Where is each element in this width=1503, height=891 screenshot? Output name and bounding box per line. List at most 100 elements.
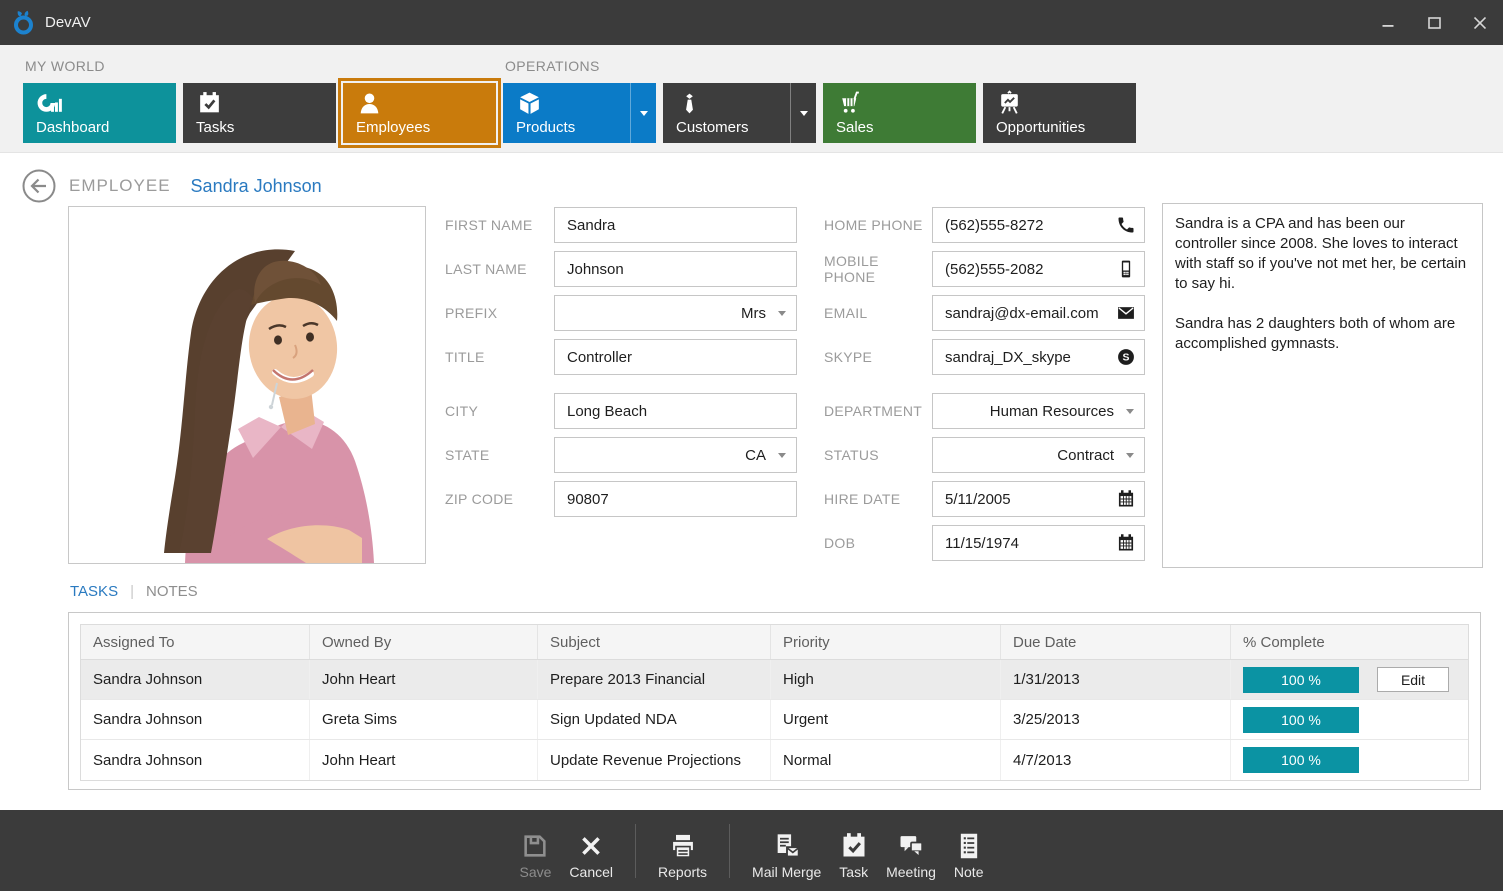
column-header-percent-complete[interactable]: % Complete (1231, 625, 1468, 659)
state-select[interactable]: CA (554, 437, 797, 473)
tile-label: Opportunities (996, 119, 1085, 136)
close-button[interactable] (1457, 0, 1503, 45)
tile-products[interactable]: Products (503, 83, 656, 143)
cancel-icon (577, 832, 605, 860)
city-input[interactable] (555, 394, 796, 428)
mail-merge-icon (773, 832, 801, 860)
meeting-button[interactable]: Meeting (877, 822, 945, 880)
employee-photo (68, 206, 426, 564)
title-input[interactable] (555, 340, 796, 374)
tile-opportunities[interactable]: Opportunities (983, 83, 1136, 143)
tile-customers-dropdown[interactable] (790, 83, 816, 143)
chevron-down-icon (778, 311, 786, 316)
status-label: STATUS (824, 447, 932, 463)
tile-customers[interactable]: Customers (663, 83, 816, 143)
progress-bar: 100 % (1243, 707, 1359, 733)
group-label-my-world: MY WORLD (25, 58, 105, 74)
tab-tasks[interactable]: TASKS (70, 583, 118, 600)
tile-tasks[interactable]: Tasks (183, 83, 336, 143)
form-row-title: TITLE (445, 339, 797, 375)
save-button[interactable]: Save (511, 822, 561, 880)
cell-assigned-to: Sandra Johnson (81, 660, 310, 699)
phone-icon (1116, 215, 1136, 235)
title-label: TITLE (445, 349, 554, 365)
mail-merge-button[interactable]: Mail Merge (743, 822, 830, 880)
form-row-dob: DOB (824, 525, 1145, 561)
form-column-right: HOME PHONE MOBILE PHONE (824, 207, 1145, 569)
tile-employees-selected[interactable]: Employees (343, 83, 496, 143)
ribbon: MY WORLD OPERATIONS Dashboard Tasks (0, 45, 1503, 153)
table-row[interactable]: Sandra Johnson Greta Sims Sign Updated N… (81, 700, 1468, 740)
cell-priority: High (771, 660, 1001, 699)
column-header-subject[interactable]: Subject (538, 625, 771, 659)
tile-label: Employees (356, 119, 430, 136)
edit-button[interactable]: Edit (1377, 667, 1449, 692)
mobile-phone-input[interactable] (933, 252, 1144, 286)
form-group-spacer (445, 383, 797, 393)
tile-sales[interactable]: Sales (823, 83, 976, 143)
cell-due-date: 1/31/2013 (1001, 660, 1231, 699)
mobile-phone-label: MOBILE PHONE (824, 253, 932, 285)
cell-percent-complete: 100 % (1231, 740, 1468, 780)
cell-percent-complete: 100 % Edit (1231, 660, 1468, 699)
table-row[interactable]: Sandra Johnson John Heart Update Revenue… (81, 740, 1468, 780)
notes-paragraph: Sandra is a CPA and has been our control… (1175, 214, 1470, 294)
zip-input[interactable] (555, 482, 796, 516)
form-row-email: EMAIL (824, 295, 1145, 331)
form-column-left: FIRST NAME LAST NAME PREFIX Mrs TITLE (445, 207, 797, 525)
title-bar: DevAV (0, 0, 1503, 45)
maximize-button[interactable] (1411, 0, 1457, 45)
maximize-icon (1428, 17, 1441, 29)
cancel-button[interactable]: Cancel (560, 822, 622, 880)
devav-logo-icon (12, 9, 38, 37)
employee-detail-view: EMPLOYEE Sandra Johnson (0, 153, 1503, 810)
printer-icon (669, 832, 697, 860)
note-button[interactable]: Note (945, 822, 993, 880)
column-header-assigned-to[interactable]: Assigned To (81, 625, 310, 659)
back-button[interactable] (22, 169, 56, 203)
svg-text:S: S (1123, 353, 1130, 364)
tile-products-dropdown[interactable] (630, 83, 656, 143)
tasks-table: Assigned To Owned By Subject Priority Du… (80, 624, 1469, 781)
mobile-phone-field (932, 251, 1145, 287)
department-value: Human Resources (990, 403, 1114, 420)
home-phone-input[interactable] (933, 208, 1144, 242)
calendar-icon[interactable] (1116, 533, 1136, 553)
tile-dashboard[interactable]: Dashboard (23, 83, 176, 143)
tile-label: Sales (836, 119, 874, 136)
column-header-due-date[interactable]: Due Date (1001, 625, 1231, 659)
status-select[interactable]: Contract (932, 437, 1145, 473)
window-controls (1365, 0, 1503, 45)
task-button[interactable]: Task (830, 822, 877, 880)
prefix-select[interactable]: Mrs (554, 295, 797, 331)
calendar-icon[interactable] (1116, 489, 1136, 509)
cell-owned-by: Greta Sims (310, 700, 538, 739)
tile-label: Products (516, 119, 575, 136)
hire-date-field (932, 481, 1145, 517)
progress-bar: 100 % (1243, 667, 1359, 693)
cell-owned-by: John Heart (310, 660, 538, 699)
tab-notes[interactable]: NOTES (146, 583, 198, 600)
cell-percent-complete: 100 % (1231, 700, 1468, 739)
department-select[interactable]: Human Resources (932, 393, 1145, 429)
column-header-priority[interactable]: Priority (771, 625, 1001, 659)
employee-name: Sandra Johnson (191, 176, 322, 197)
first-name-input[interactable] (555, 208, 796, 242)
home-phone-field (932, 207, 1145, 243)
dob-input[interactable] (933, 526, 1144, 560)
prefix-label: PREFIX (445, 305, 554, 321)
hire-date-label: HIRE DATE (824, 491, 932, 507)
reports-button[interactable]: Reports (649, 822, 716, 880)
column-header-owned-by[interactable]: Owned By (310, 625, 538, 659)
prefix-value: Mrs (741, 305, 766, 322)
progress-bar: 100 % (1243, 747, 1359, 773)
skype-input[interactable] (933, 340, 1144, 374)
last-name-input[interactable] (555, 252, 796, 286)
minimize-button[interactable] (1365, 0, 1411, 45)
email-input[interactable] (933, 296, 1144, 330)
skype-label: SKYPE (824, 349, 932, 365)
hire-date-input[interactable] (933, 482, 1144, 516)
chevron-down-icon (1126, 409, 1134, 414)
employee-notes-memo[interactable]: Sandra is a CPA and has been our control… (1162, 203, 1483, 568)
table-row[interactable]: Sandra Johnson John Heart Prepare 2013 F… (81, 660, 1468, 700)
